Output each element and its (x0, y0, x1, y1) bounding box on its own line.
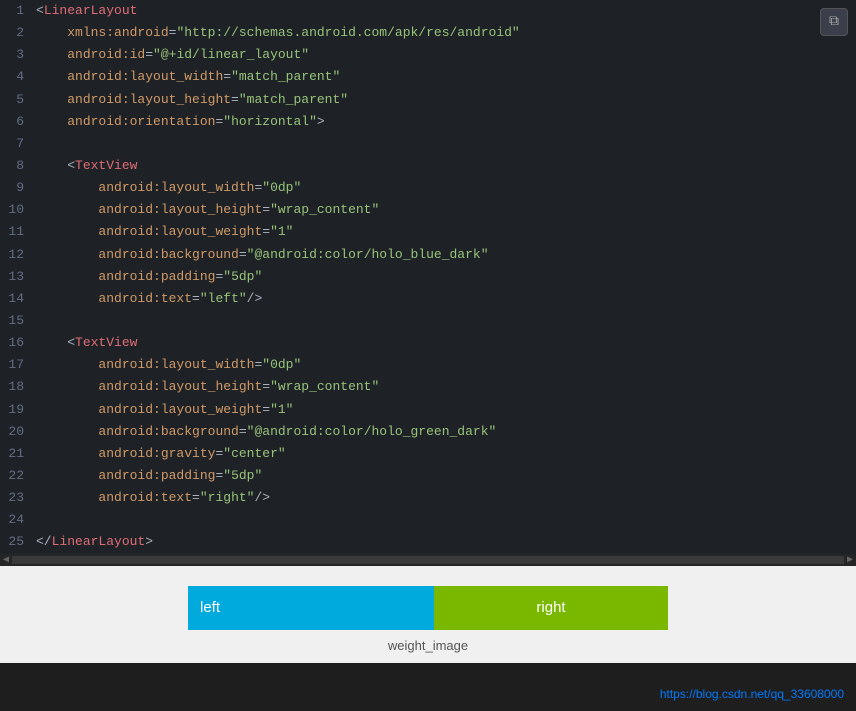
line-content: <TextView (32, 332, 856, 354)
line-number: 2 (0, 22, 32, 44)
line-content: android:layout_height="wrap_content" (32, 199, 856, 221)
line-number: 5 (0, 89, 32, 111)
line-content: <TextView (32, 155, 856, 177)
line-number: 1 (0, 0, 32, 22)
table-row: 4 android:layout_width="match_parent" (0, 66, 856, 88)
line-number: 24 (0, 509, 32, 531)
table-row: 23 android:text="right"/> (0, 487, 856, 509)
line-content: android:layout_height="match_parent" (32, 89, 856, 111)
scroll-left-arrow[interactable]: ◀ (0, 554, 12, 566)
line-number: 10 (0, 199, 32, 221)
line-content (32, 133, 856, 155)
line-content: </LinearLayout> (32, 531, 856, 553)
line-number: 4 (0, 66, 32, 88)
line-number: 22 (0, 465, 32, 487)
line-content: android:layout_width="match_parent" (32, 66, 856, 88)
left-text: left (200, 599, 220, 616)
line-number: 23 (0, 487, 32, 509)
table-row: 8 <TextView (0, 155, 856, 177)
line-number: 12 (0, 244, 32, 266)
preview-widgets: left right (188, 586, 668, 630)
table-row: 24 (0, 509, 856, 531)
line-content (32, 509, 856, 531)
line-content: android:layout_width="0dp" (32, 177, 856, 199)
line-content: android:padding="5dp" (32, 465, 856, 487)
line-content: <LinearLayout (32, 0, 856, 22)
table-row: 6 android:orientation="horizontal"> (0, 111, 856, 133)
footer-link[interactable]: https://blog.csdn.net/qq_33608000 (660, 687, 844, 701)
table-row: 19 android:layout_weight="1" (0, 399, 856, 421)
table-row: 1<LinearLayout (0, 0, 856, 22)
line-number: 25 (0, 531, 32, 553)
line-number: 20 (0, 421, 32, 443)
table-row: 22 android:padding="5dp" (0, 465, 856, 487)
line-content: android:layout_weight="1" (32, 399, 856, 421)
line-number: 14 (0, 288, 32, 310)
table-row: 5 android:layout_height="match_parent" (0, 89, 856, 111)
line-content: xmlns:android="http://schemas.android.co… (32, 22, 856, 44)
table-row: 12 android:background="@android:color/ho… (0, 244, 856, 266)
table-row: 10 android:layout_height="wrap_content" (0, 199, 856, 221)
line-content: android:layout_height="wrap_content" (32, 376, 856, 398)
line-content (32, 310, 856, 332)
line-content: android:text="right"/> (32, 487, 856, 509)
line-content: android:orientation="horizontal"> (32, 111, 856, 133)
copy-button[interactable]: ⧉ (820, 8, 848, 36)
table-row: 9 android:layout_width="0dp" (0, 177, 856, 199)
line-number: 9 (0, 177, 32, 199)
table-row: 14 android:text="left"/> (0, 288, 856, 310)
line-content: android:gravity="center" (32, 443, 856, 465)
code-editor: ⧉ 1<LinearLayout2 xmlns:android="http://… (0, 0, 856, 554)
line-number: 7 (0, 133, 32, 155)
right-text: right (536, 599, 565, 616)
scroll-right-arrow[interactable]: ▶ (844, 554, 856, 566)
line-content: android:id="@+id/linear_layout" (32, 44, 856, 66)
table-row: 7 (0, 133, 856, 155)
table-row: 20 android:background="@android:color/ho… (0, 421, 856, 443)
line-number: 18 (0, 376, 32, 398)
left-widget: left (188, 586, 434, 630)
line-number: 17 (0, 354, 32, 376)
table-row: 2 xmlns:android="http://schemas.android.… (0, 22, 856, 44)
line-number: 19 (0, 399, 32, 421)
scroll-track[interactable] (12, 556, 844, 564)
table-row: 25</LinearLayout> (0, 531, 856, 553)
table-row: 16 <TextView (0, 332, 856, 354)
line-number: 3 (0, 44, 32, 66)
preview-label: weight_image (388, 638, 468, 653)
right-widget: right (434, 586, 668, 630)
horizontal-scrollbar[interactable]: ◀ ▶ (0, 554, 856, 566)
table-row: 11 android:layout_weight="1" (0, 221, 856, 243)
preview-area: left right weight_image (0, 566, 856, 663)
table-row: 15 (0, 310, 856, 332)
line-content: android:background="@android:color/holo_… (32, 244, 856, 266)
table-row: 3 android:id="@+id/linear_layout" (0, 44, 856, 66)
line-number: 11 (0, 221, 32, 243)
line-number: 8 (0, 155, 32, 177)
table-row: 18 android:layout_height="wrap_content" (0, 376, 856, 398)
line-content: android:layout_width="0dp" (32, 354, 856, 376)
table-row: 17 android:layout_width="0dp" (0, 354, 856, 376)
line-content: android:padding="5dp" (32, 266, 856, 288)
line-number: 16 (0, 332, 32, 354)
line-number: 6 (0, 111, 32, 133)
line-number: 13 (0, 266, 32, 288)
line-content: android:text="left"/> (32, 288, 856, 310)
line-content: android:background="@android:color/holo_… (32, 421, 856, 443)
line-content: android:layout_weight="1" (32, 221, 856, 243)
table-row: 13 android:padding="5dp" (0, 266, 856, 288)
line-number: 21 (0, 443, 32, 465)
line-number: 15 (0, 310, 32, 332)
table-row: 21 android:gravity="center" (0, 443, 856, 465)
